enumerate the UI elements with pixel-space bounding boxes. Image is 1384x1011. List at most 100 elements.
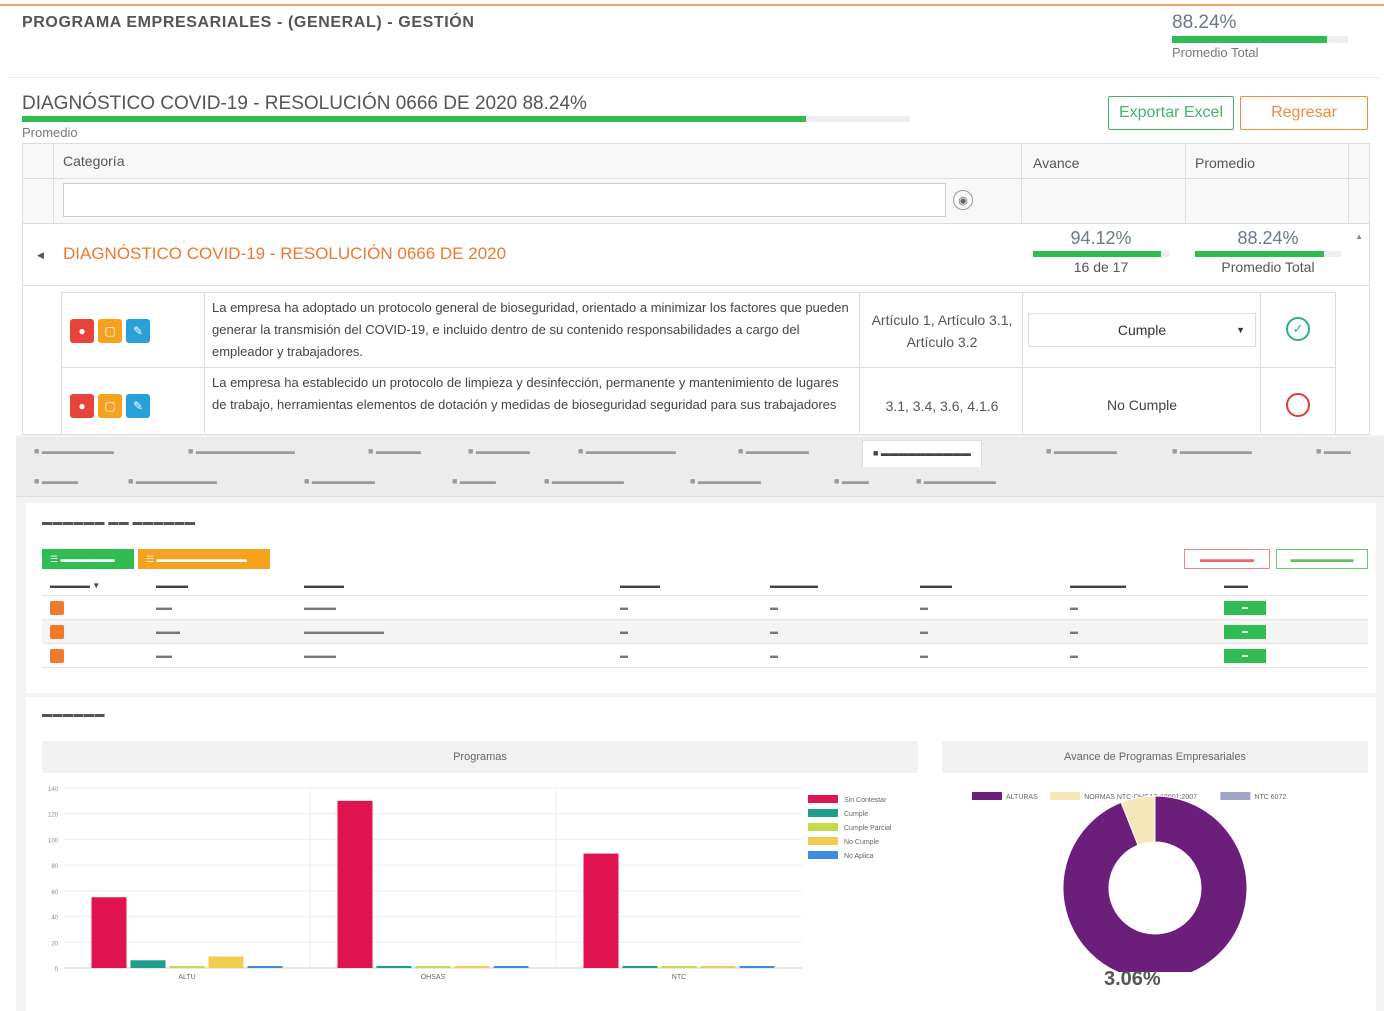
table-cell: ▬▬▬ <box>156 627 180 636</box>
tab[interactable]: ■ ▬▬▬▬▬▬▬▬ <box>544 476 624 486</box>
row-divider <box>1260 368 1261 434</box>
bar[interactable] <box>700 966 736 968</box>
bar[interactable] <box>622 966 658 968</box>
y-tick-label: 40 <box>51 916 58 922</box>
tab[interactable]: ■ ▬▬▬▬▬▬▬▬▬ <box>128 476 217 486</box>
attach-icon[interactable]: ▢ <box>98 319 122 343</box>
col-header[interactable]: ▬▬▬▬▬ <box>620 581 660 590</box>
tab[interactable]: ■ ▬▬▬▬▬▬▬ <box>690 476 761 486</box>
bar[interactable] <box>247 966 283 968</box>
report-button-2[interactable]: ☰ ▬▬▬▬▬▬▬▬▬▬ <box>138 549 270 569</box>
col-header[interactable]: ▬▬▬▬▬▬ <box>770 581 818 590</box>
col-categoria[interactable]: Categoría <box>63 153 124 169</box>
table-cell: ▬ <box>620 603 628 612</box>
view-icon[interactable] <box>50 601 64 615</box>
export-excel-button[interactable]: Exportar Excel <box>1108 96 1234 130</box>
diagnostic-progress-fill <box>22 116 806 122</box>
tab[interactable]: ■ ▬▬▬▬ <box>34 476 78 486</box>
edit-icon[interactable]: ✎ <box>126 319 150 343</box>
col-avance[interactable]: Avance <box>1033 155 1079 171</box>
category-filter-input[interactable] <box>63 183 946 217</box>
report-button[interactable]: ☰ ▬▬▬▬▬▬ <box>42 549 134 569</box>
tab[interactable]: ■ ▬▬▬▬▬▬ <box>468 446 530 456</box>
legend-label: Cumple Parcial <box>844 825 892 832</box>
attach-icon[interactable]: ▢ <box>98 394 122 418</box>
legend-swatch <box>972 792 1002 800</box>
table-cell: ▬ <box>920 627 928 636</box>
tab[interactable]: ■ ▬▬▬▬▬▬▬▬ <box>916 476 996 486</box>
table-cell: ▬ <box>1070 603 1078 612</box>
tab[interactable]: ■ ▬▬▬▬▬▬▬ <box>304 476 375 486</box>
collapse-caret-icon[interactable]: ◀ <box>37 250 44 261</box>
col-header[interactable]: ▬▬▬▬▬ ▼ <box>50 581 100 590</box>
tab[interactable]: ■ ▬▬▬▬▬▬▬ <box>1046 446 1117 456</box>
tab[interactable]: ■ ▬▬▬ <box>1316 446 1351 456</box>
col-promedio[interactable]: Promedio <box>1195 155 1255 171</box>
table-cell: ▬▬ <box>156 603 172 612</box>
diagnostic-progress-bar <box>22 116 910 122</box>
tab[interactable]: ■ ▬▬▬▬▬▬▬▬ <box>34 446 114 456</box>
tab[interactable]: ■ ▬▬▬▬▬▬▬▬▬▬ <box>578 446 676 456</box>
question-articles: Artículo 1, Artículo 3.1, Artículo 3.2 <box>871 312 1013 350</box>
view-icon[interactable] <box>50 649 64 663</box>
bar[interactable] <box>493 966 529 968</box>
status-select[interactable]: Cumple ▼ <box>1028 313 1256 347</box>
table-row: ▬▬ ▬▬▬▬ ▬ ▬ ▬ ▬ ▬ <box>42 596 1368 620</box>
bar[interactable] <box>454 966 490 968</box>
tab[interactable]: ■ ▬▬▬▬▬ <box>368 446 421 456</box>
diagnostic-subtitle: Promedio <box>22 125 78 140</box>
edit-icon[interactable]: ✎ <box>126 394 150 418</box>
legend-label: NTC 6072 <box>1254 794 1286 801</box>
bar[interactable] <box>208 956 244 968</box>
bar[interactable] <box>130 960 166 968</box>
table-cell: ▬ <box>920 651 928 660</box>
col-header[interactable]: ▬▬▬ <box>1224 581 1248 590</box>
comment-icon[interactable]: ● <box>70 319 94 343</box>
tab-programas-empresariales[interactable]: ■ ▬▬▬▬▬▬▬▬▬▬ <box>862 440 982 468</box>
y-tick-label: 100 <box>48 838 59 844</box>
bar-chart-title: Programas <box>42 741 918 773</box>
status-badge: ▬ <box>1224 625 1266 639</box>
legend-label: No Aplica <box>844 853 874 860</box>
bar[interactable] <box>337 800 373 968</box>
bar[interactable] <box>739 966 775 968</box>
legend-swatch <box>808 851 838 859</box>
view-icon[interactable] <box>50 625 64 639</box>
group-avance-sub: 16 de 17 <box>1073 259 1129 275</box>
back-button[interactable]: Regresar <box>1240 96 1368 130</box>
group-avance-pct: 94.12% <box>1070 228 1132 248</box>
donut-chart-title: Avance de Programas Empresariales <box>942 741 1368 773</box>
table-cell: ▬▬▬▬ <box>304 603 336 612</box>
table-cell: ▬ <box>920 603 928 612</box>
row-divider <box>1260 293 1261 369</box>
question-text: La empresa ha adoptado un protocolo gene… <box>212 300 849 359</box>
bar[interactable] <box>415 966 451 968</box>
col-header[interactable]: ▬▬▬▬▬▬▬ <box>1070 581 1126 590</box>
category-grid: Categoría Avance Promedio ◉ ◀ DIAGNÓSTIC… <box>22 143 1370 435</box>
bar[interactable] <box>661 966 697 968</box>
col-header[interactable]: ▬▬▬▬ <box>920 581 952 590</box>
legend-label: Cumple <box>844 811 868 818</box>
comment-icon[interactable]: ● <box>70 394 94 418</box>
bar[interactable] <box>91 897 127 968</box>
col-header[interactable]: ▬▬▬▬▬ <box>304 581 344 590</box>
row-divider <box>204 293 205 369</box>
total-average-bar-fill <box>1172 36 1328 43</box>
bar[interactable] <box>583 853 619 968</box>
tab[interactable]: ■ ▬▬▬▬▬▬▬▬ <box>1172 446 1252 456</box>
tab[interactable]: ■ ▬▬▬▬▬▬▬ <box>738 446 809 456</box>
tab[interactable]: ■ ▬▬▬▬ <box>452 476 496 486</box>
filter-icon[interactable]: ◉ <box>953 190 973 210</box>
scroll-up-icon[interactable]: ▲ <box>1355 232 1363 241</box>
bar[interactable] <box>376 966 412 968</box>
bar[interactable] <box>169 966 205 968</box>
export-excel-small-button[interactable]: ▬▬▬▬▬▬▬ <box>1276 549 1368 569</box>
col-header[interactable]: ▬▬▬▬ <box>156 581 188 590</box>
group-row[interactable]: ◀ DIAGNÓSTICO COVID-19 - RESOLUCIÓN 0666… <box>23 224 1369 286</box>
status-text: No Cumple <box>1106 397 1178 413</box>
donut-center-percent: 3.06% <box>1104 968 1161 990</box>
export-pdf-button[interactable]: ▬▬▬▬▬▬ <box>1184 549 1270 569</box>
tab[interactable]: ■ ▬▬▬ <box>834 476 869 486</box>
tab[interactable]: ■ ▬▬▬▬▬▬▬▬▬▬▬ <box>188 446 295 456</box>
table-row: ▬▬▬ ▬▬▬▬▬▬▬▬▬▬ ▬ ▬ ▬ ▬ ▬ <box>42 620 1368 644</box>
